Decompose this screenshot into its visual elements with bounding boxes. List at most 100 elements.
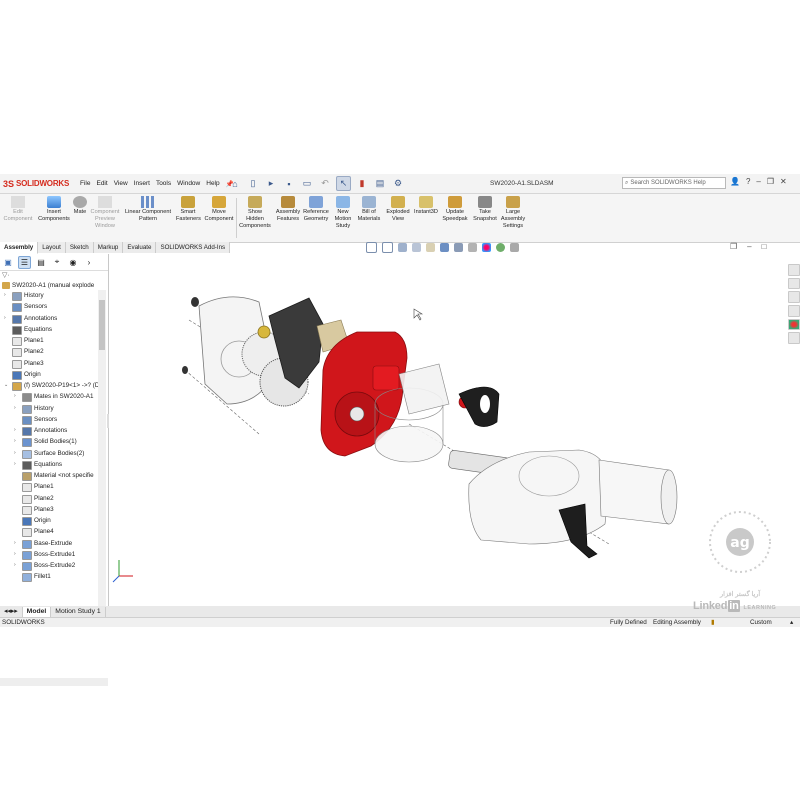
hide-show-items-icon[interactable] (468, 243, 477, 252)
take-snapshot-button[interactable]: Take Snapshot (472, 196, 498, 223)
undo-icon[interactable]: ↶ (318, 177, 332, 191)
tree-item[interactable]: Plane1 (0, 335, 98, 346)
exploded-assembly-model[interactable] (109, 254, 789, 606)
tree-item[interactable]: › Mates in SW2020-A1 (0, 391, 98, 403)
design-library-icon[interactable] (788, 277, 800, 290)
zoom-to-fit-icon[interactable] (366, 242, 377, 253)
screw-part[interactable] (191, 297, 199, 307)
tree-item[interactable]: Material <not specifie (0, 470, 98, 481)
instant3d-button[interactable]: Instant3D (412, 196, 440, 216)
menu-window[interactable]: Window (177, 180, 200, 188)
file-properties-icon[interactable]: ▤ (373, 177, 387, 191)
move-component-button[interactable]: Move Component (202, 196, 236, 223)
expand-arrow-icon[interactable]: › (14, 560, 20, 571)
zoom-area-icon[interactable] (382, 242, 393, 253)
viewport-maximize-icon[interactable]: □ (762, 242, 767, 251)
menu-edit[interactable]: Edit (96, 180, 107, 188)
clear-cylinder-part[interactable] (374, 425, 444, 463)
select-icon[interactable]: ↖ (336, 176, 351, 191)
new-document-icon[interactable]: ▯ (246, 177, 260, 191)
tree-item[interactable]: Plane4 (0, 526, 98, 538)
view-orientation-icon[interactable] (440, 243, 449, 252)
tree-item[interactable]: Equations (0, 324, 98, 335)
bracket-part[interactable] (398, 363, 450, 415)
show-hidden-components-button[interactable]: Show Hidden Components (238, 196, 272, 230)
tree-vertical-scrollbar[interactable] (98, 290, 106, 606)
pinion-gear-part[interactable] (257, 325, 271, 339)
exploded-view-button[interactable]: Exploded View (384, 196, 412, 223)
feature-manager-tab-icon[interactable]: ☰ (18, 255, 31, 269)
tree-item[interactable]: › Equations (0, 459, 98, 470)
tree-item[interactable]: › History (0, 290, 98, 301)
display-manager-tab-icon[interactable]: ◉ (67, 256, 79, 268)
tree-item[interactable]: Plane3 (0, 358, 98, 369)
tab-evaluate[interactable]: Evaluate (123, 242, 157, 253)
help-icon[interactable]: ? (746, 177, 750, 186)
tree-item[interactable]: › History (0, 403, 98, 414)
solidworks-logo[interactable]: 3S SOLIDWORKS (3, 177, 69, 190)
menu-view[interactable]: View (114, 180, 128, 188)
large-assembly-settings-button[interactable]: Large Assembly Settings (498, 196, 528, 230)
custom-properties-icon[interactable] (788, 332, 800, 345)
reference-geometry-button[interactable]: Reference Geometry (302, 196, 330, 223)
tree-item[interactable]: › Base-Extrude (0, 538, 98, 549)
view-settings-icon[interactable] (510, 243, 519, 252)
status-units-dropdown-icon[interactable]: ▴ (790, 619, 793, 626)
nav-arrows-icon[interactable]: ◂◂▸▸ (0, 606, 23, 617)
expand-arrow-icon[interactable]: › (14, 549, 20, 560)
tree-item[interactable]: › Boss-Extrude1 (0, 549, 98, 560)
tree-item[interactable]: Plane1 (0, 481, 98, 493)
expand-arrow-icon[interactable]: ⌄ (4, 380, 10, 391)
tree-item[interactable]: › Surface Bodies(2) (0, 448, 98, 459)
apply-scene-icon[interactable] (496, 243, 505, 252)
options-gear-icon[interactable]: ⚙ (391, 177, 405, 191)
update-speedpak-button[interactable]: Update Speedpak (440, 196, 470, 223)
configuration-manager-tab-icon[interactable]: ⌖ (51, 256, 63, 268)
save-icon[interactable]: ▪ (282, 177, 296, 191)
expand-arrow-icon[interactable]: › (14, 448, 20, 459)
expand-arrow-icon[interactable]: › (4, 313, 10, 324)
assembly-features-button[interactable]: Assembly Features (274, 196, 302, 223)
tree-item[interactable]: Origin (0, 515, 98, 526)
status-units[interactable]: Custom (750, 619, 772, 626)
edit-appearance-icon[interactable] (482, 243, 491, 252)
rebuild-icon[interactable]: ▮ (355, 177, 369, 191)
expand-arrow-icon[interactable]: › (14, 425, 20, 436)
mate-button[interactable]: Mate (72, 196, 88, 216)
linear-component-pattern-button[interactable]: Linear Component Pattern (122, 196, 174, 223)
dynamic-annotation-icon[interactable] (426, 243, 435, 252)
tree-item[interactable]: › Annotations (0, 425, 98, 436)
close-icon[interactable]: ✕ (780, 177, 787, 186)
print-icon[interactable]: ▭ (300, 177, 314, 191)
section-view-icon[interactable] (412, 243, 421, 252)
open-icon[interactable]: ▸ (264, 177, 278, 191)
expand-arrow-icon[interactable]: › (14, 538, 20, 549)
bill-of-materials-button[interactable]: Bill of Materials (356, 196, 382, 223)
minimize-icon[interactable]: – (756, 177, 760, 186)
tab-markup[interactable]: Markup (93, 242, 124, 253)
tree-item[interactable]: › Boss-Extrude2 (0, 560, 98, 571)
expand-arrow-icon[interactable]: › (4, 290, 10, 301)
home-icon[interactable]: ⌂ (228, 177, 242, 191)
user-icon[interactable]: 👤 (730, 177, 740, 186)
tree-item[interactable]: ⌄ (f) SW2020-P19<1> ->? (D (0, 380, 98, 391)
previous-view-icon[interactable] (398, 243, 407, 252)
screw-part[interactable] (182, 366, 188, 374)
tree-horizontal-scrollbar[interactable] (0, 678, 108, 686)
solidworks-resources-icon[interactable] (788, 264, 800, 276)
insert-components-button[interactable]: Insert Components (36, 196, 72, 223)
menu-insert[interactable]: Insert (134, 180, 150, 188)
tree-item[interactable]: Sensors (0, 301, 98, 313)
tree-item[interactable]: Plane2 (0, 346, 98, 358)
tree-item[interactable]: Fillet1 (0, 571, 98, 583)
new-motion-study-button[interactable]: New Motion Study (332, 196, 354, 230)
appearances-icon[interactable] (788, 318, 800, 331)
view-palette-icon[interactable] (788, 305, 800, 317)
tab-model[interactable]: Model (22, 606, 52, 617)
menu-help[interactable]: Help (206, 180, 219, 188)
scroll-thumb[interactable] (99, 300, 105, 350)
tree-item[interactable]: › Solid Bodies(1) (0, 436, 98, 448)
expand-arrow-icon[interactable]: › (14, 403, 20, 414)
file-explorer-icon[interactable] (788, 291, 800, 304)
rebuild-status-icon[interactable]: ▮ (711, 619, 714, 626)
